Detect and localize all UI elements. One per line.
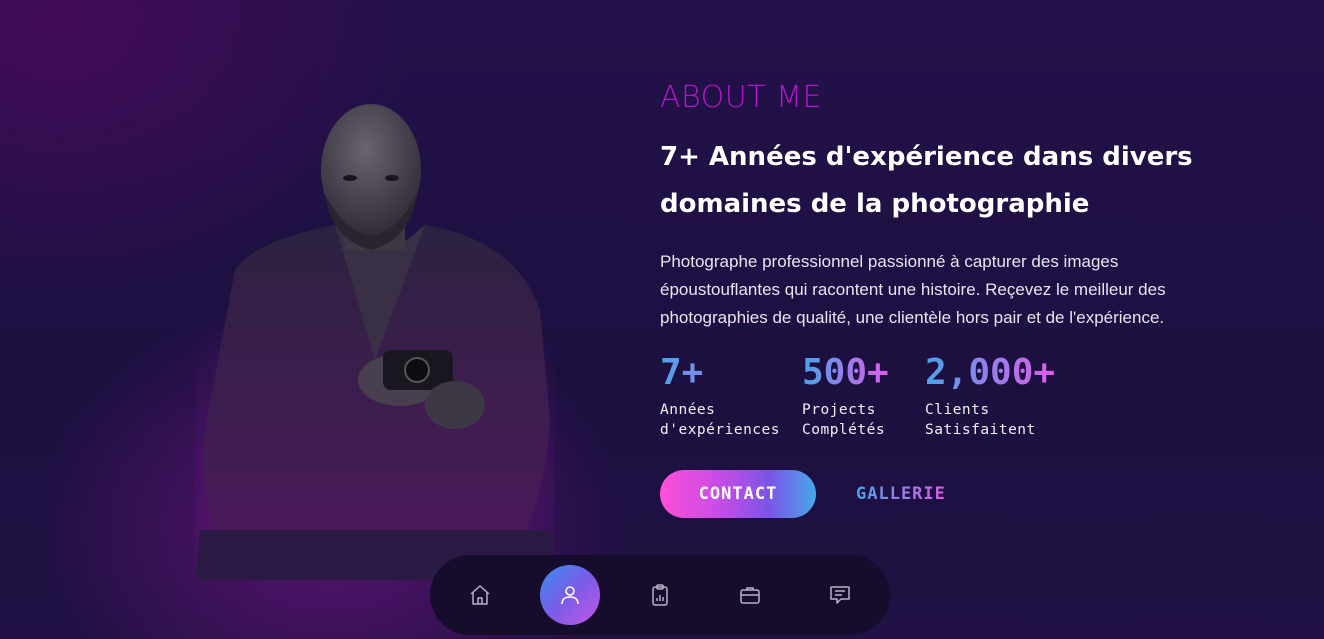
stat-label: Clients Satisfaitent	[925, 402, 1036, 438]
nav-home[interactable]	[450, 565, 510, 625]
stat-years: 7+ Années d'expériences	[660, 352, 780, 440]
stat-projects: 500+ Projects Complétés	[802, 352, 889, 440]
nav-about[interactable]	[540, 565, 600, 625]
home-icon	[470, 585, 490, 605]
stat-clients: 2,000+ Clients Satisfaitent	[925, 352, 1055, 440]
stat-label: Années d'expériences	[660, 402, 780, 438]
message-icon	[830, 586, 850, 604]
headline: 7+ Années d'expérience dans divers domai…	[660, 142, 1193, 219]
stat-label: Projects Complétés	[802, 402, 886, 438]
stat-value: 7+	[660, 352, 780, 394]
bottom-nav	[430, 555, 890, 635]
contact-button[interactable]: CONTACT	[660, 470, 816, 518]
about-title: ABOUT ME	[660, 80, 822, 115]
about-description: Photographe professionnel passionné à ca…	[660, 252, 1166, 327]
nav-resume[interactable]	[630, 565, 690, 625]
stat-value: 500+	[802, 352, 889, 393]
photographer-portrait	[195, 100, 555, 580]
nav-portfolio[interactable]	[720, 565, 780, 625]
about-section: ABOUT ME 7+ Années d'expérience dans div…	[660, 80, 1260, 332]
gallery-link[interactable]: GALLERIE	[856, 480, 946, 508]
briefcase-icon	[740, 587, 760, 604]
nav-contact[interactable]	[810, 565, 870, 625]
user-icon	[561, 586, 579, 605]
stat-value: 2,000+	[925, 352, 1056, 393]
clipboard-chart-icon	[652, 584, 668, 606]
